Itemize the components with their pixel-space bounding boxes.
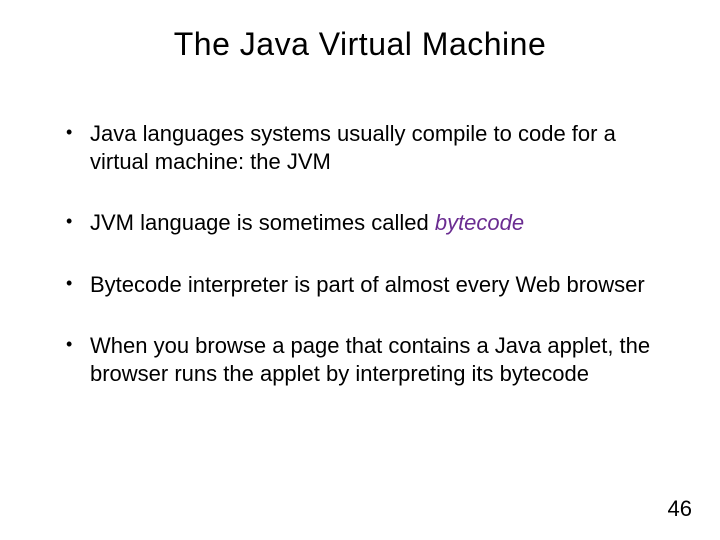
bullet-item: Bytecode interpreter is part of almost e… [60,271,660,299]
emphasis-bytecode: bytecode [435,210,524,235]
bullet-item: Java languages systems usually compile t… [60,120,660,175]
bullet-item: JVM language is sometimes called bytecod… [60,209,660,237]
slide-body: Java languages systems usually compile t… [60,120,660,421]
slide: The Java Virtual Machine Java languages … [0,0,720,540]
bullet-item: When you browse a page that contains a J… [60,332,660,387]
bullet-text: JVM language is sometimes called [90,210,435,235]
slide-title: The Java Virtual Machine [0,26,720,63]
bullet-list: Java languages systems usually compile t… [60,120,660,387]
page-number: 46 [668,496,692,522]
